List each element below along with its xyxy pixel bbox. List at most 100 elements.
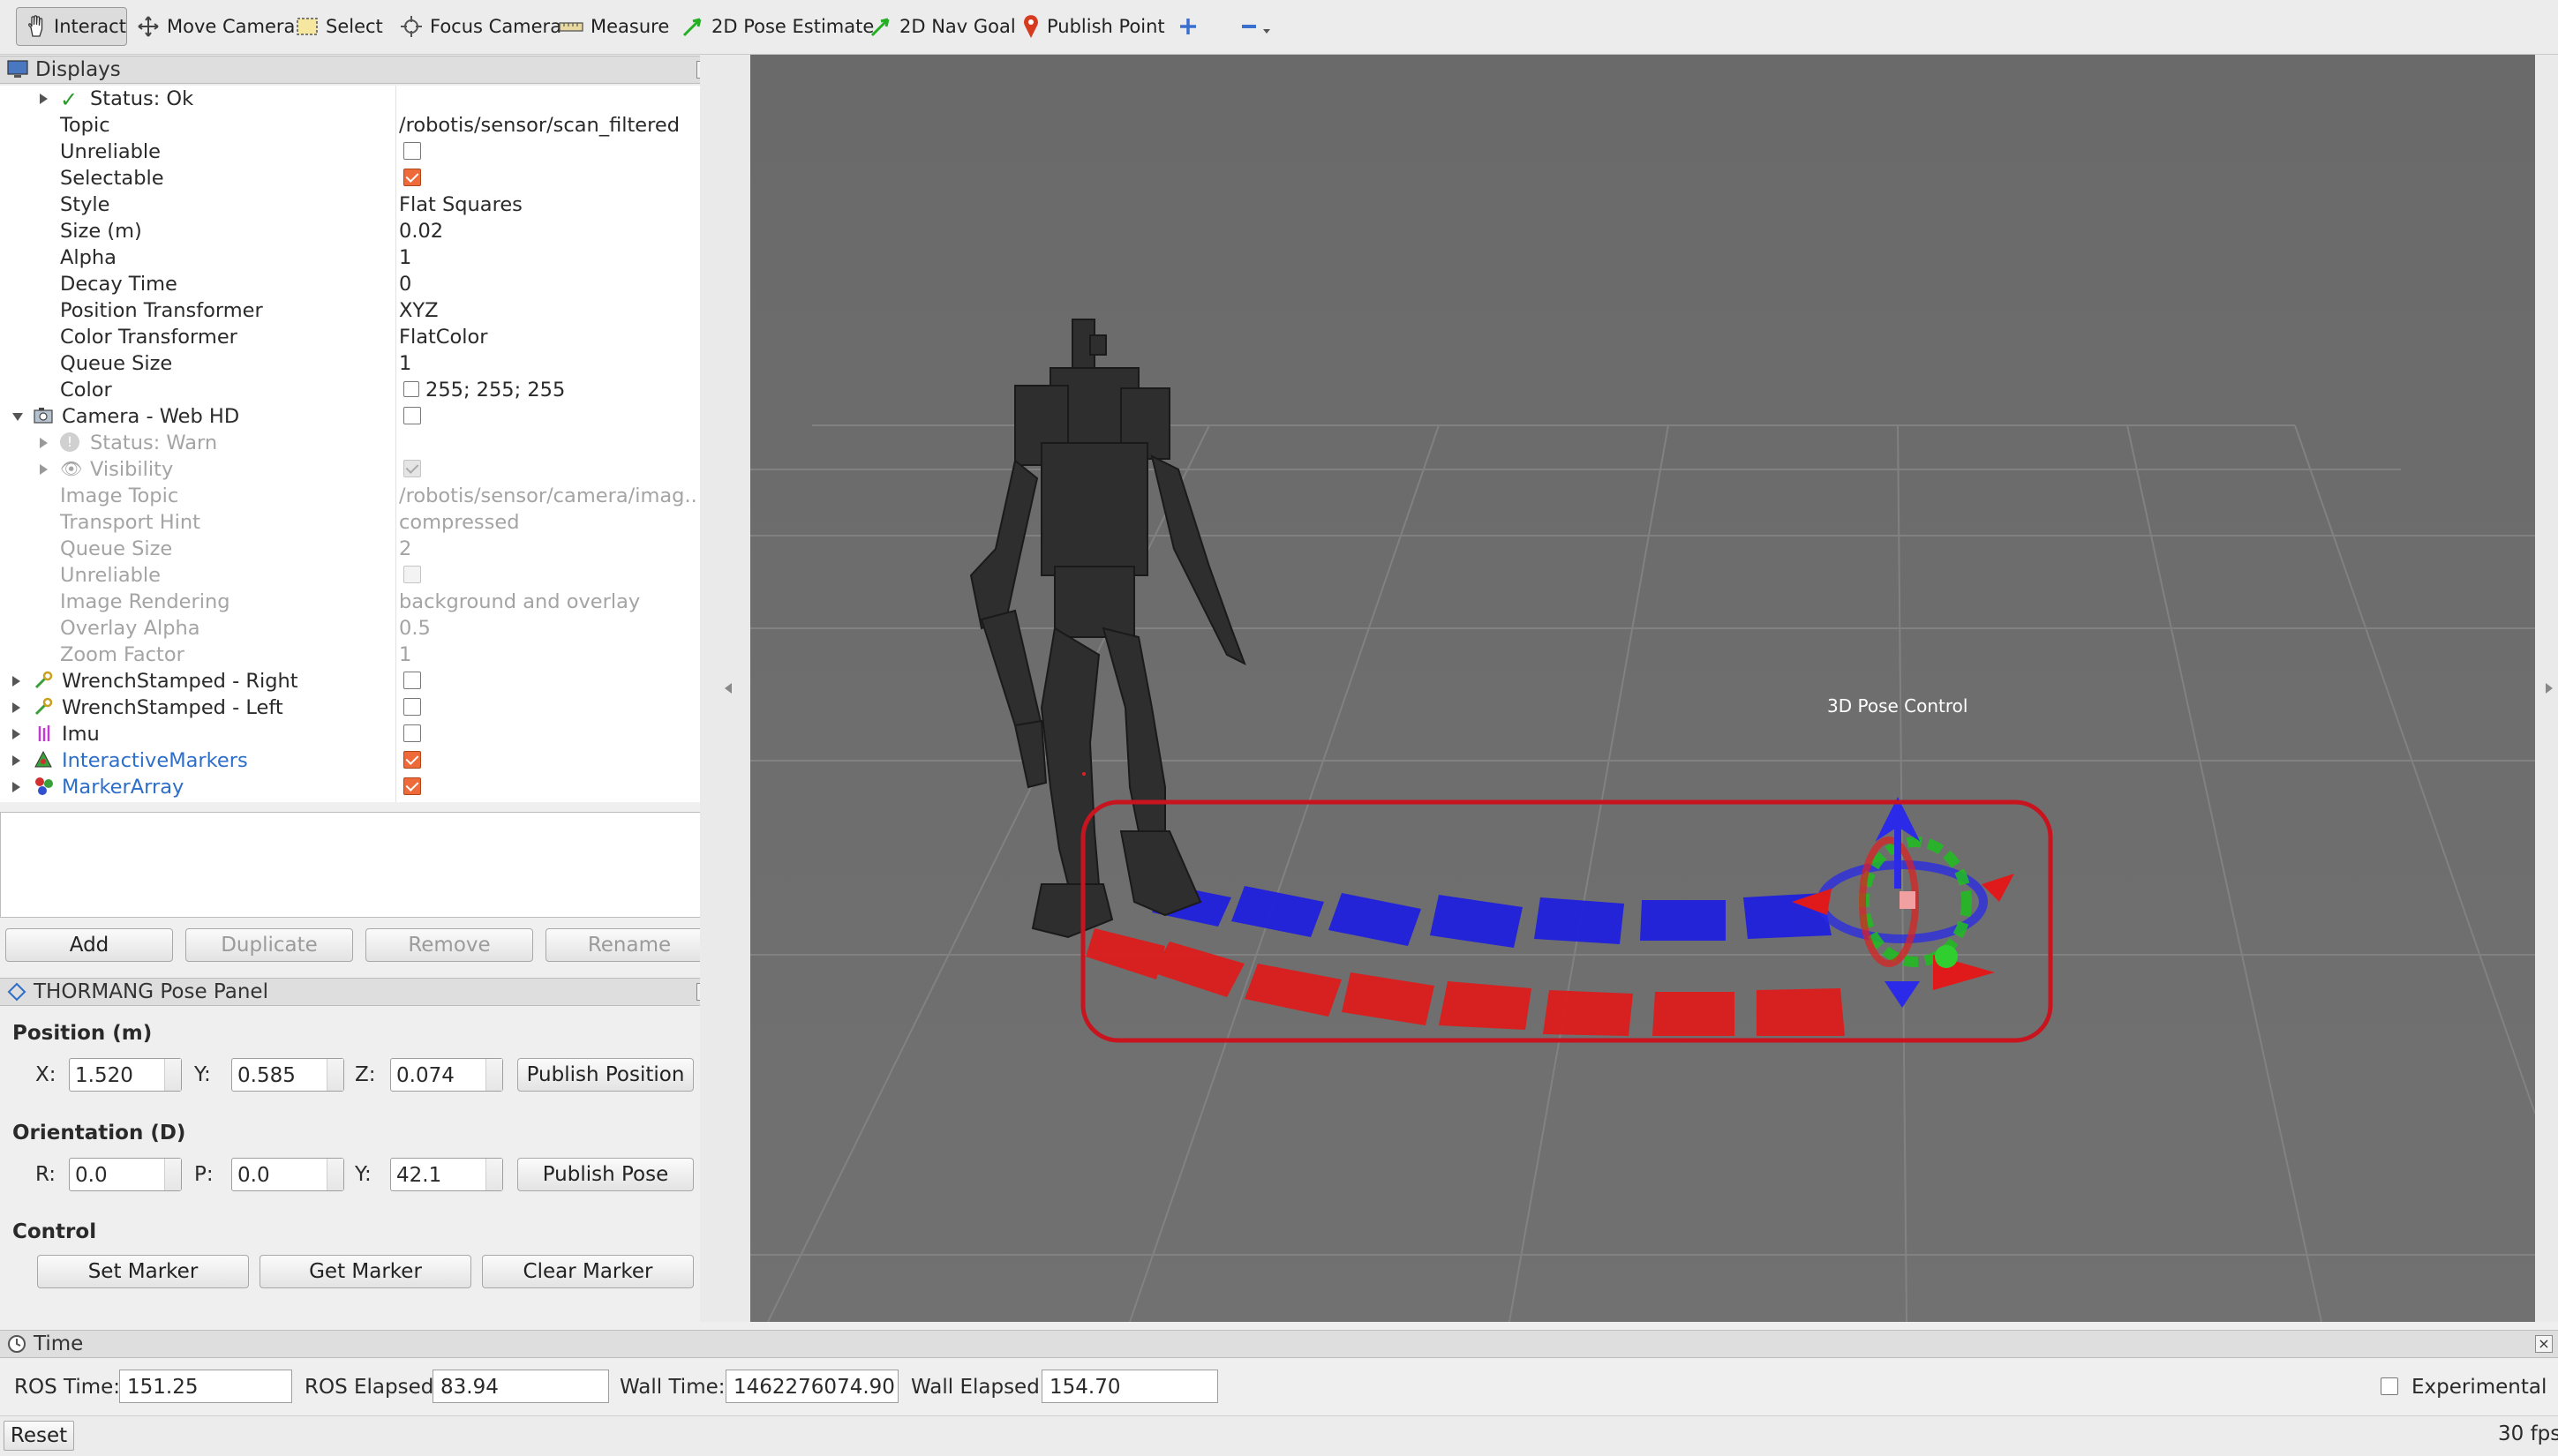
add-tool-button[interactable] <box>1177 7 1199 46</box>
row-value[interactable]: FlatColor <box>399 326 696 349</box>
tree-row[interactable]: 👁 Visibility <box>0 456 700 483</box>
reset-button[interactable]: Reset <box>4 1421 74 1451</box>
interactive-markers-checkbox[interactable] <box>403 751 421 769</box>
tree-row[interactable]: Color 255; 255; 255 <box>0 377 700 403</box>
clear-marker-button[interactable]: Clear Marker <box>482 1255 694 1288</box>
y-spinbox[interactable]: 0.585 <box>231 1058 344 1092</box>
tree-row[interactable]: Style Flat Squares <box>0 191 700 218</box>
roll-spinbox[interactable]: 0.0 <box>69 1158 182 1191</box>
unreliable-checkbox[interactable] <box>403 142 421 160</box>
tree-row[interactable]: Image Topic /robotis/sensor/camera/imag.… <box>0 483 700 509</box>
expand-arrow-icon[interactable] <box>12 702 20 713</box>
tree-row[interactable]: WrenchStamped - Right <box>0 668 700 694</box>
row-value[interactable]: 1 <box>399 246 696 269</box>
row-value[interactable]: 2 <box>399 537 696 560</box>
pose-estimate-tool-button[interactable]: 2D Pose Estimate <box>681 7 874 46</box>
pitch-spinbox[interactable]: 0.0 <box>231 1158 344 1191</box>
ros-time-field[interactable]: 151.25 <box>119 1370 292 1403</box>
add-display-button[interactable]: Add <box>5 928 173 962</box>
tree-row[interactable]: Transport Hint compressed <box>0 509 700 536</box>
collapse-right-icon[interactable] <box>2546 683 2553 694</box>
expand-arrow-icon[interactable] <box>12 729 20 739</box>
row-value[interactable]: /robotis/sensor/scan_filtered <box>399 114 696 137</box>
remove-display-button[interactable]: Remove <box>365 928 533 962</box>
3d-render-viewport[interactable]: 3D Pose Control <box>750 55 2535 1322</box>
expand-arrow-icon[interactable] <box>40 438 48 448</box>
row-value[interactable]: background and overlay <box>399 590 696 613</box>
publish-point-label: Publish Point <box>1047 16 1165 37</box>
marker-array-checkbox[interactable] <box>403 777 421 795</box>
tree-row[interactable]: Camera - Web HD <box>0 403 700 430</box>
row-value[interactable]: 1 <box>399 352 696 375</box>
publish-position-button[interactable]: Publish Position <box>517 1058 694 1092</box>
panel-splitter[interactable] <box>700 55 750 1322</box>
row-value[interactable]: 255; 255; 255 <box>425 379 700 402</box>
tree-row[interactable]: InteractiveMarkers <box>0 747 700 774</box>
close-time-panel-icon[interactable]: × <box>2535 1335 2553 1353</box>
tree-row[interactable]: MarkerArray <box>0 774 700 800</box>
z-spinbox[interactable]: 0.074 <box>390 1058 503 1092</box>
collapse-left-icon[interactable] <box>725 683 732 694</box>
tree-row[interactable]: WrenchStamped - Left <box>0 694 700 721</box>
imu-checkbox[interactable] <box>403 724 421 742</box>
row-value[interactable]: 0 <box>399 273 696 296</box>
tree-row[interactable]: Overlay Alpha 0.5 <box>0 615 700 642</box>
color-swatch[interactable] <box>403 381 419 397</box>
tree-row[interactable]: Decay Time 0 <box>0 271 700 297</box>
tree-row[interactable]: Queue Size 1 <box>0 350 700 377</box>
tree-row[interactable]: Image Rendering background and overlay <box>0 589 700 615</box>
experimental-checkbox[interactable] <box>2381 1377 2398 1395</box>
get-marker-button[interactable]: Get Marker <box>260 1255 471 1288</box>
expand-arrow-icon[interactable] <box>12 676 20 687</box>
move-camera-tool-button[interactable]: Move Camera <box>137 7 295 46</box>
row-value[interactable]: Flat Squares <box>399 193 696 216</box>
unreliable-checkbox[interactable] <box>403 566 421 583</box>
set-marker-button[interactable]: Set Marker <box>37 1255 249 1288</box>
yaw-spinbox[interactable]: 42.1 <box>390 1158 503 1191</box>
ros-elapsed-field[interactable]: 83.94 <box>433 1370 609 1403</box>
tree-row[interactable]: Topic /robotis/sensor/scan_filtered <box>0 112 700 139</box>
duplicate-display-button[interactable]: Duplicate <box>185 928 353 962</box>
camera-enabled-checkbox[interactable] <box>403 407 421 424</box>
remove-tool-menu-button[interactable] <box>1239 7 1275 46</box>
row-value[interactable]: XYZ <box>399 299 696 322</box>
wrench-left-checkbox[interactable] <box>403 698 421 716</box>
visibility-checkbox[interactable] <box>403 460 421 477</box>
collapse-arrow-icon[interactable] <box>12 413 23 421</box>
tree-row[interactable]: ! Status: Warn <box>0 430 700 456</box>
tree-row[interactable]: ✓ Status: Ok <box>0 86 700 112</box>
row-value[interactable]: 0.5 <box>399 617 696 640</box>
tree-row[interactable]: Position Transformer XYZ <box>0 297 700 324</box>
expand-arrow-icon[interactable] <box>12 755 20 766</box>
expand-arrow-icon[interactable] <box>40 94 48 104</box>
publish-point-tool-button[interactable]: Publish Point <box>1022 7 1165 46</box>
rename-display-button[interactable]: Rename <box>545 928 713 962</box>
publish-pose-button[interactable]: Publish Pose <box>517 1158 694 1191</box>
row-value[interactable]: 1 <box>399 643 696 666</box>
tree-row[interactable]: Imu <box>0 721 700 747</box>
row-value[interactable]: /robotis/sensor/camera/imag... <box>399 484 696 507</box>
selectable-checkbox[interactable] <box>403 169 421 186</box>
expand-arrow-icon[interactable] <box>40 464 48 475</box>
select-tool-button[interactable]: Select <box>296 7 383 46</box>
tree-row[interactable]: Size (m) 0.02 <box>0 218 700 244</box>
right-splitter[interactable] <box>2535 55 2558 1322</box>
tree-row[interactable]: Unreliable <box>0 139 700 165</box>
tree-row[interactable]: Queue Size 2 <box>0 536 700 562</box>
row-value[interactable]: 0.02 <box>399 220 696 243</box>
wall-time-field[interactable]: 1462276074.90 <box>726 1370 899 1403</box>
x-spinbox[interactable]: 1.520 <box>69 1058 182 1092</box>
measure-tool-button[interactable]: Measure <box>559 7 669 46</box>
tree-row[interactable]: Zoom Factor 1 <box>0 642 700 668</box>
focus-camera-tool-button[interactable]: Focus Camera <box>400 7 561 46</box>
tree-row[interactable]: Selectable <box>0 165 700 191</box>
wrench-right-checkbox[interactable] <box>403 672 421 689</box>
tree-row[interactable]: Color Transformer FlatColor <box>0 324 700 350</box>
tree-row[interactable]: Unreliable <box>0 562 700 589</box>
tree-row[interactable]: Alpha 1 <box>0 244 700 271</box>
interact-tool-button[interactable]: Interact <box>16 7 127 46</box>
row-value[interactable]: compressed <box>399 511 696 534</box>
nav-goal-tool-button[interactable]: 2D Nav Goal <box>869 7 1016 46</box>
wall-elapsed-field[interactable]: 154.70 <box>1042 1370 1218 1403</box>
expand-arrow-icon[interactable] <box>12 782 20 792</box>
